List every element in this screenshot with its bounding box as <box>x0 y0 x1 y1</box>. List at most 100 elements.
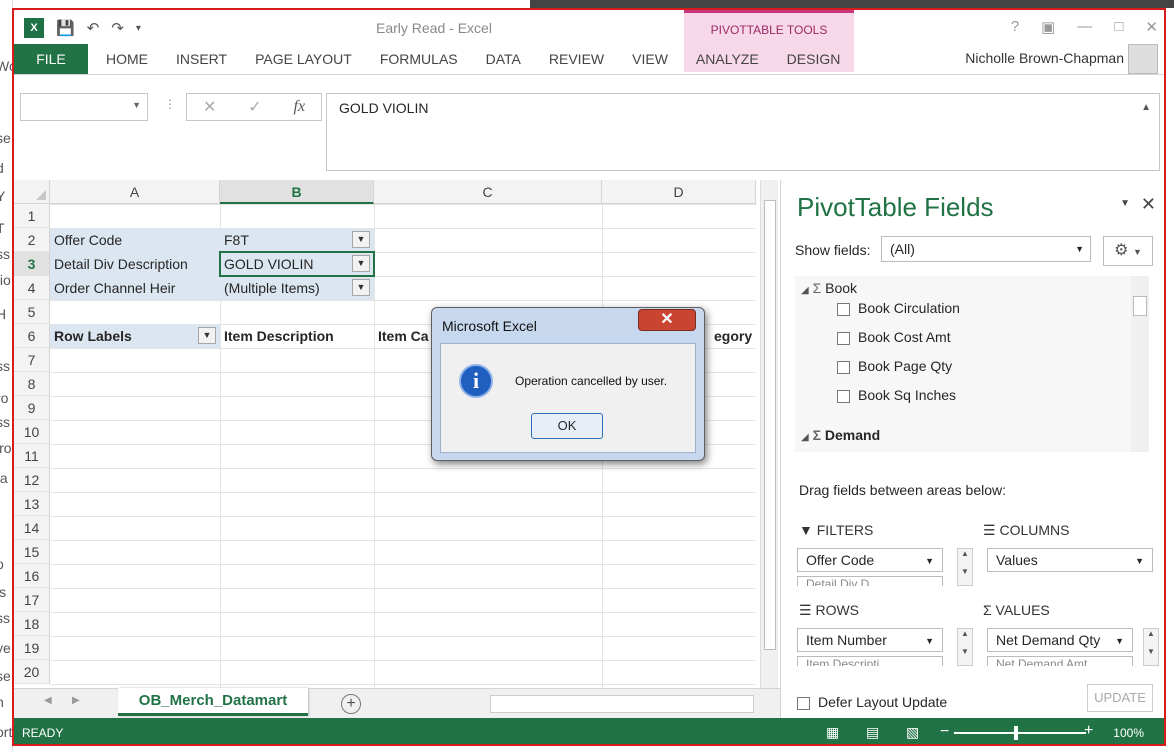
normal-view-icon[interactable]: ▦ <box>826 724 839 741</box>
rows-spin-icon[interactable]: ▲ ▼ <box>957 628 973 666</box>
user-name[interactable]: Nicholle Brown-Chapman <box>965 50 1124 66</box>
pane-close-icon[interactable]: ✕ <box>1141 194 1156 215</box>
page-break-view-icon[interactable]: ▧ <box>906 724 919 741</box>
chevron-down-icon[interactable]: ▼ <box>925 556 934 566</box>
row-header[interactable]: 1 <box>14 204 50 228</box>
save-icon[interactable]: 💾 <box>56 19 75 37</box>
filter-dropdown-icon[interactable]: ▼ <box>352 279 370 296</box>
field-item[interactable]: Book Sq Inches <box>837 383 956 407</box>
close-icon[interactable]: ✕ <box>1145 18 1158 36</box>
row-header[interactable]: 2 <box>14 228 50 252</box>
tab-file[interactable]: FILE <box>14 44 88 74</box>
value-field[interactable]: Net Demand Qty ▼ <box>987 628 1133 652</box>
chevron-down-icon[interactable]: ▼ <box>1135 556 1144 566</box>
minimize-icon[interactable]: — <box>1077 18 1092 36</box>
column-header-a[interactable]: A <box>50 180 220 204</box>
row-field[interactable]: Item Number ▼ <box>797 628 943 652</box>
values-spin-icon[interactable]: ▲ ▼ <box>1143 628 1159 666</box>
tab-formulas[interactable]: FORMULAS <box>366 44 472 74</box>
page-layout-view-icon[interactable]: ▤ <box>866 724 879 741</box>
category-header[interactable]: egory D <box>714 324 756 348</box>
row-header[interactable]: 3 <box>14 252 50 276</box>
dialog-close-icon[interactable]: ✕ <box>638 309 696 331</box>
chevron-down-icon[interactable]: ▼ <box>925 636 934 646</box>
row-header[interactable]: 11 <box>14 444 50 468</box>
zoom-slider-knob[interactable] <box>1014 726 1018 740</box>
filter-value-cell[interactable]: F8T <box>220 228 374 252</box>
row-header[interactable]: 5 <box>14 300 50 324</box>
insert-function-icon[interactable]: fx <box>294 98 306 116</box>
row-header[interactable]: 17 <box>14 588 50 612</box>
chevron-down-icon[interactable]: ▼ <box>1115 636 1124 646</box>
redo-icon[interactable]: ↷ <box>111 19 124 37</box>
formula-bar-separator-icon[interactable]: ⋮ <box>164 97 176 111</box>
name-box[interactable]: ▼ <box>20 93 148 121</box>
row-header[interactable]: 18 <box>14 612 50 636</box>
row-header[interactable]: 19 <box>14 636 50 660</box>
formula-input[interactable]: GOLD VIOLIN ▲ <box>326 93 1160 171</box>
field-item[interactable]: Book Page Qty <box>837 354 952 378</box>
zoom-out-icon[interactable]: − <box>940 723 949 741</box>
filter-value-cell[interactable]: (Multiple Items) <box>220 276 374 300</box>
customize-qat-icon[interactable]: ▾ <box>136 23 141 34</box>
collapse-formula-icon[interactable]: ▲ <box>1141 102 1151 113</box>
row-header[interactable]: 4 <box>14 276 50 300</box>
next-sheet-icon[interactable]: ▶ <box>72 695 80 706</box>
row-header[interactable]: 20 <box>14 660 50 684</box>
column-header-c[interactable]: C <box>374 180 602 204</box>
tab-page-layout[interactable]: PAGE LAYOUT <box>241 44 366 74</box>
select-all-corner[interactable] <box>14 180 50 204</box>
filters-spin-icon[interactable]: ▲ ▼ <box>957 548 973 586</box>
sheet-tab[interactable]: OB_Merch_Datamart <box>118 688 308 716</box>
checkbox[interactable] <box>837 389 850 403</box>
filter-dropdown-icon[interactable]: ▼ <box>352 231 370 248</box>
horizontal-scrollbar[interactable] <box>490 695 754 713</box>
tab-data[interactable]: DATA <box>472 44 535 74</box>
ok-button[interactable]: OK <box>531 413 603 439</box>
zoom-slider[interactable] <box>954 726 1086 740</box>
tab-insert[interactable]: INSERT <box>162 44 241 74</box>
checkbox[interactable] <box>797 696 810 710</box>
tab-analyze[interactable]: ANALYZE <box>682 44 773 74</box>
avatar[interactable] <box>1128 44 1158 74</box>
column-field[interactable]: Values ▼ <box>987 548 1153 572</box>
field-item[interactable]: Book Cost Amt <box>837 325 951 349</box>
add-sheet-icon[interactable]: + <box>341 694 361 714</box>
scroll-thumb[interactable] <box>764 200 776 650</box>
field-list-scrollbar[interactable] <box>1131 276 1149 452</box>
scroll-thumb[interactable] <box>1133 296 1147 316</box>
cancel-icon[interactable]: ✕ <box>203 97 216 117</box>
prev-sheet-icon[interactable]: ◀ <box>44 695 52 706</box>
pane-menu-icon[interactable]: ▼ <box>1120 198 1130 209</box>
tab-review[interactable]: REVIEW <box>535 44 618 74</box>
vertical-scrollbar[interactable] <box>760 180 778 688</box>
tab-view[interactable]: VIEW <box>618 44 682 74</box>
defer-layout[interactable]: Defer Layout Update <box>797 694 947 710</box>
filter-field[interactable]: Offer Code ▼ <box>797 548 943 572</box>
enter-icon[interactable]: ✓ <box>248 97 261 117</box>
row-header[interactable]: 9 <box>14 396 50 420</box>
tab-home[interactable]: HOME <box>88 44 162 74</box>
update-button[interactable]: UPDATE <box>1087 684 1153 712</box>
row-header[interactable]: 13 <box>14 492 50 516</box>
chevron-down-icon[interactable]: ▼ <box>1075 244 1084 254</box>
item-description-header[interactable]: Item Description <box>220 324 374 348</box>
undo-icon[interactable]: ↶ <box>87 19 100 37</box>
row-labels-dropdown-icon[interactable]: ▼ <box>198 327 216 344</box>
checkbox[interactable] <box>837 331 850 345</box>
checkbox[interactable] <box>837 360 850 374</box>
filter-label-cell[interactable]: Offer Code <box>50 228 220 252</box>
row-header[interactable]: 8 <box>14 372 50 396</box>
value-field-partial[interactable]: Net Demand Amt <box>987 656 1133 666</box>
tab-design[interactable]: DESIGN <box>773 44 855 74</box>
row-header[interactable]: 15 <box>14 540 50 564</box>
row-header[interactable]: 10 <box>14 420 50 444</box>
ribbon-display-icon[interactable]: ▣ <box>1041 18 1055 36</box>
chevron-down-icon[interactable]: ▼ <box>132 100 141 110</box>
checkbox[interactable] <box>837 302 850 316</box>
help-icon[interactable]: ? <box>1011 18 1019 36</box>
row-header[interactable]: 6 <box>14 324 50 348</box>
filter-label-cell[interactable]: Order Channel Heir <box>50 276 220 300</box>
row-labels-header[interactable]: Row Labels <box>50 324 220 348</box>
row-header[interactable]: 12 <box>14 468 50 492</box>
